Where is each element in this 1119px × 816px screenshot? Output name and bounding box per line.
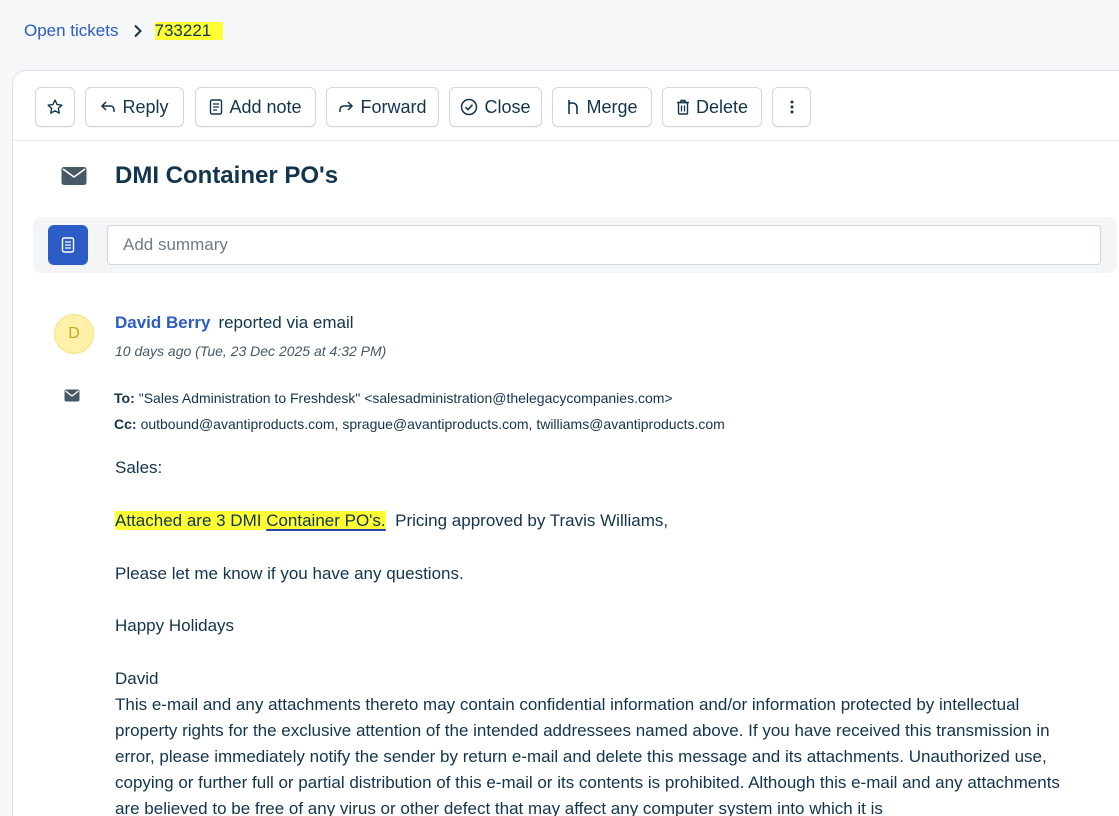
merge-button-label: Merge	[586, 96, 638, 117]
check-circle-icon	[460, 98, 478, 116]
highlighted-text: Attached are 3 DMI	[115, 511, 267, 530]
more-actions-button[interactable]	[772, 87, 811, 127]
envelope-icon	[61, 166, 89, 186]
reply-button[interactable]: Reply	[85, 87, 184, 127]
document-icon	[61, 237, 75, 253]
delete-button[interactable]: Delete	[662, 87, 762, 127]
star-button[interactable]	[35, 87, 75, 127]
close-button[interactable]: Close	[449, 87, 542, 127]
close-button-label: Close	[484, 96, 531, 117]
ticket-panel: Reply Add note Forward Close Merge Delet…	[12, 70, 1119, 816]
message-line-attached: Attached are 3 DMI Container PO's. Prici…	[115, 511, 668, 531]
forward-icon	[338, 99, 354, 115]
summary-bar	[33, 217, 1117, 273]
breadcrumb: Open tickets 733221	[24, 20, 224, 42]
reporter-line: David Berry reported via email	[115, 313, 354, 333]
forward-button-label: Forward	[360, 96, 427, 117]
chevron-right-icon	[133, 24, 143, 38]
ticket-subject: DMI Container PO's	[115, 162, 339, 189]
recipients-to: To: "Sales Administration to Freshdesk" <…	[114, 390, 673, 406]
merge-button[interactable]: Merge	[552, 87, 652, 127]
to-label: To:	[114, 390, 135, 406]
message-line-holidays: Happy Holidays	[115, 616, 235, 635]
breadcrumb-ticket-id: 733221	[154, 22, 224, 40]
breadcrumb-open-tickets-link[interactable]: Open tickets	[24, 21, 119, 41]
reported-via-text: reported via email	[218, 313, 354, 332]
message-disclaimer: This e-mail and any attachments thereto …	[115, 695, 1060, 816]
cc-value: outbound@avantiproducts.com, sprague@ava…	[140, 416, 725, 432]
forward-button[interactable]: Forward	[326, 87, 439, 127]
avatar: D	[54, 314, 94, 354]
envelope-icon	[64, 389, 80, 402]
reply-icon	[100, 99, 116, 115]
ticket-toolbar: Reply Add note Forward Close Merge Delet…	[13, 71, 1119, 141]
summary-input[interactable]	[107, 225, 1101, 265]
summary-button[interactable]	[48, 225, 88, 265]
cc-label: Cc:	[114, 416, 137, 432]
sender-name-link[interactable]: David Berry	[115, 313, 210, 333]
message-timestamp: 10 days ago (Tue, 23 Dec 2025 at 4:32 PM…	[115, 343, 387, 359]
more-vertical-icon	[790, 100, 794, 114]
merge-icon	[566, 99, 580, 115]
trash-icon	[676, 99, 690, 115]
reply-button-label: Reply	[122, 96, 169, 117]
message-line-questions: Please let me know if you have any quest…	[115, 564, 464, 583]
pricing-text: Pricing approved by Travis Williams,	[385, 511, 669, 530]
add-note-button[interactable]: Add note	[195, 87, 316, 127]
note-icon	[209, 99, 223, 115]
message-signature: David	[115, 669, 159, 688]
underlined-highlighted-text: Container PO's.	[266, 511, 386, 530]
to-value: "Sales Administration to Freshdesk" <sal…	[138, 390, 673, 406]
delete-button-label: Delete	[695, 96, 749, 117]
add-note-button-label: Add note	[229, 96, 302, 117]
star-icon	[46, 98, 64, 116]
recipients-cc: Cc: outbound@avantiproducts.com, sprague@…	[114, 416, 725, 432]
subject-row: DMI Container PO's	[61, 159, 338, 193]
message-greeting: Sales:	[115, 458, 163, 477]
